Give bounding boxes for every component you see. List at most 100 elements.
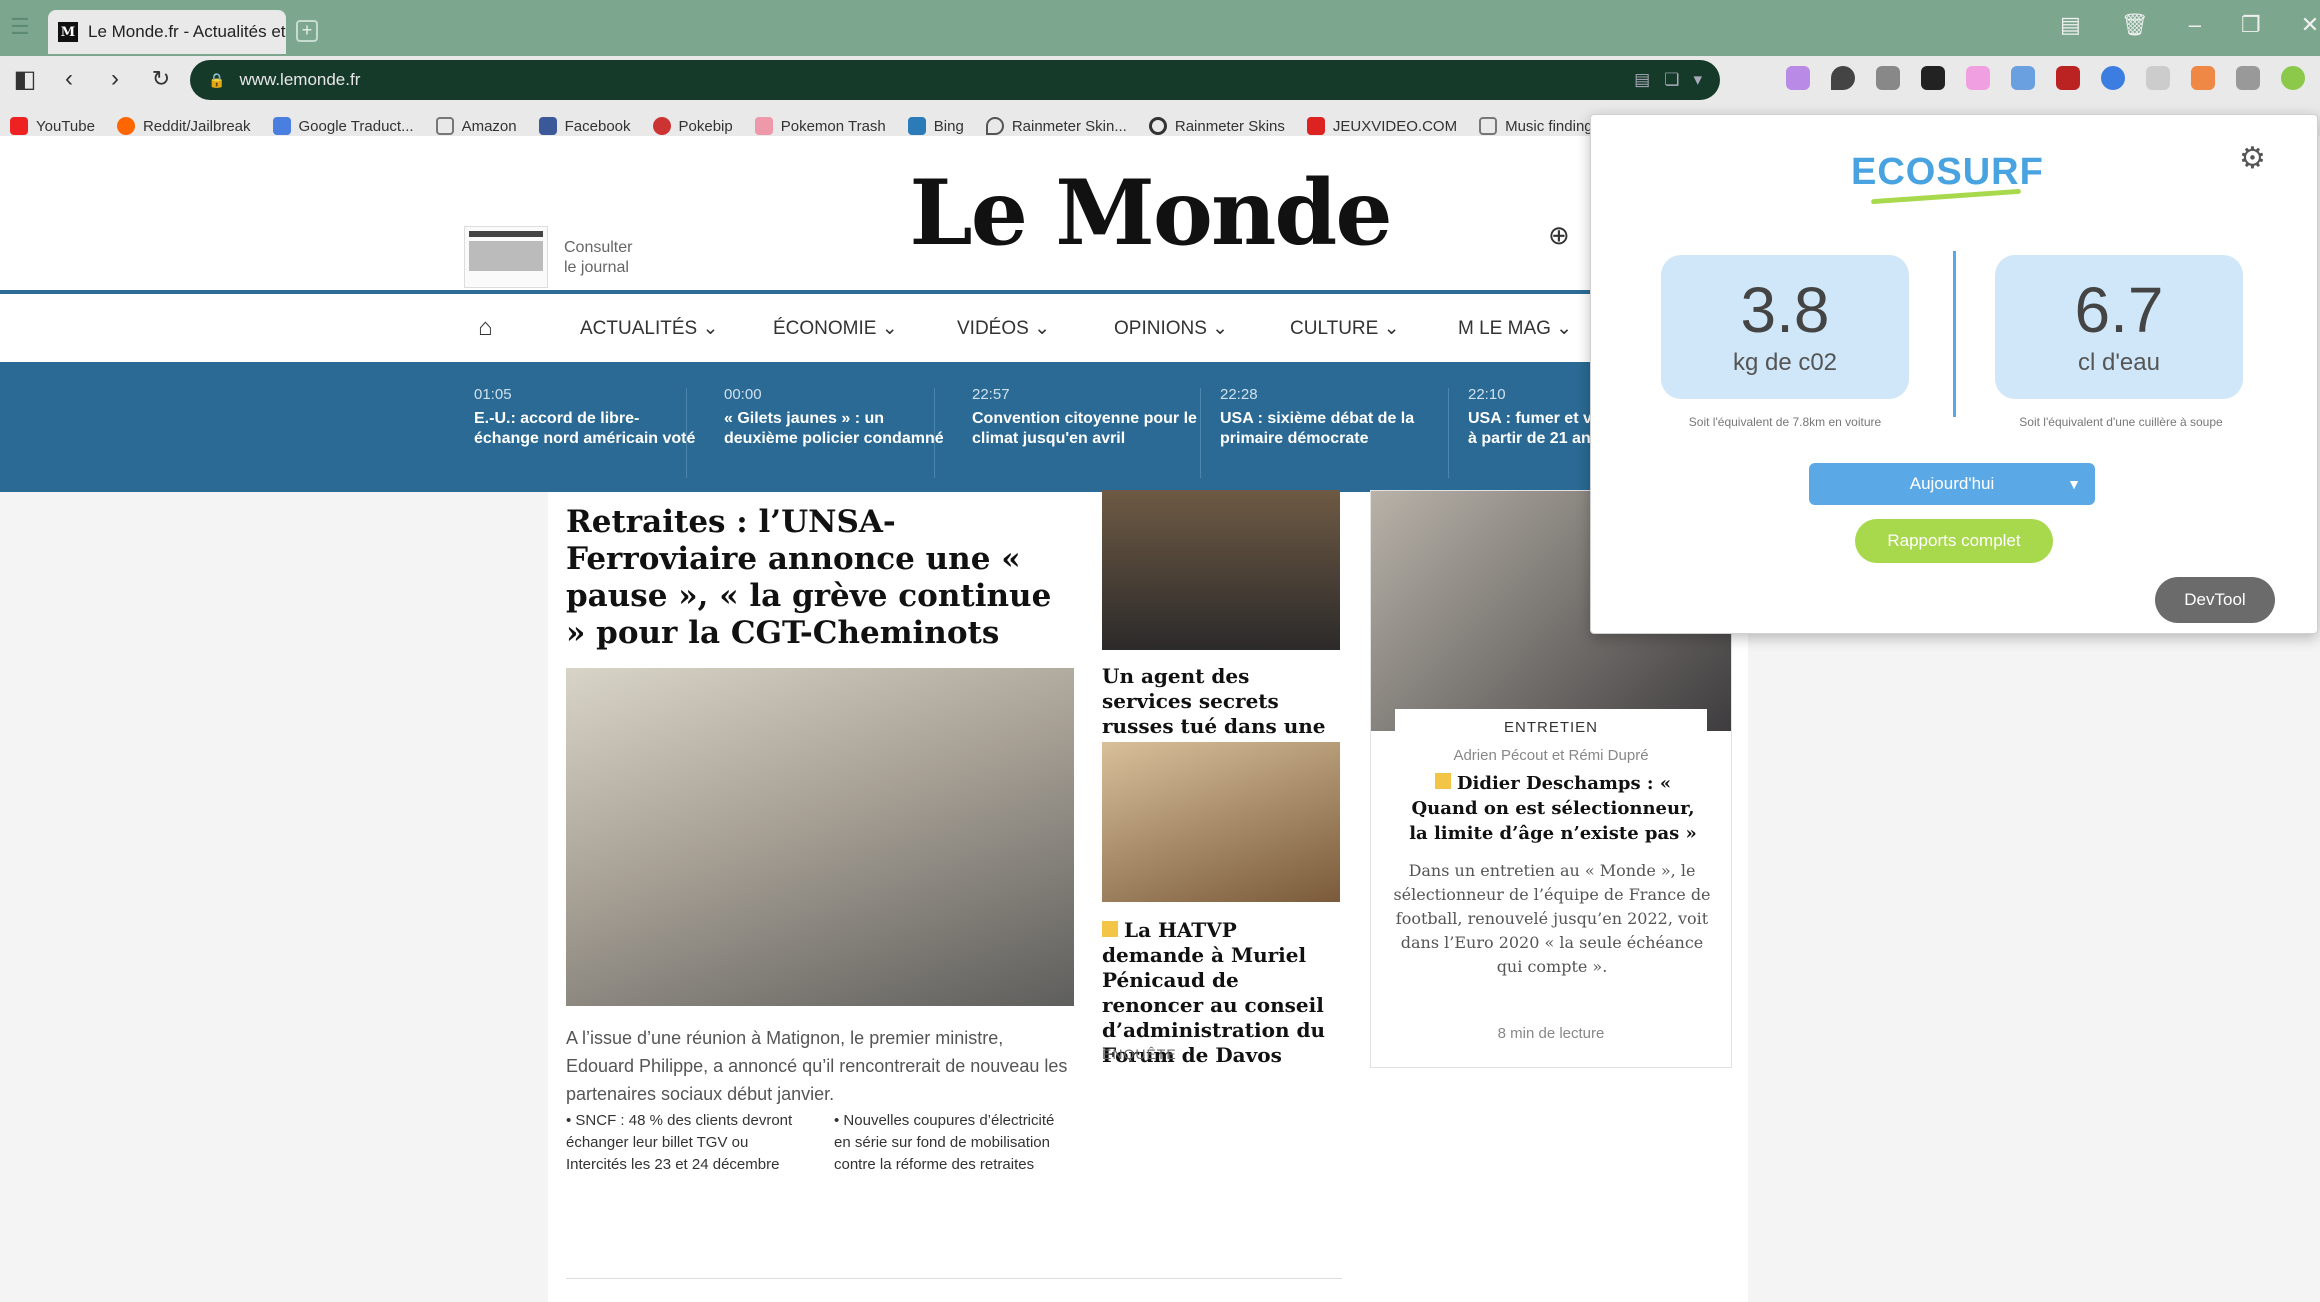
menu-icon[interactable]: ☰ — [10, 16, 34, 38]
settings-gear-icon[interactable]: ⚙ — [2239, 141, 2266, 176]
extension-w-icon[interactable] — [2236, 66, 2260, 90]
bookmark-facebook[interactable]: Facebook — [538, 117, 631, 135]
folder-icon — [435, 117, 454, 135]
ecosurf-logo: ECOSURF — [1851, 151, 2044, 205]
bookmark-youtube[interactable]: YouTube — [10, 117, 95, 135]
stat-divider — [1953, 251, 1956, 417]
lead-photo[interactable] — [566, 668, 1074, 1006]
reddit-icon — [116, 117, 135, 135]
fsb-photo[interactable] — [1102, 490, 1340, 650]
co2-stat-card: 3.8 kg de c02 — [1661, 255, 1909, 399]
bookmark-pokemon-trash[interactable]: Pokemon Trash — [754, 117, 886, 135]
bookmark-reddit[interactable]: Reddit/Jailbreak — [116, 117, 251, 135]
ticker-item[interactable]: 22:57 Convention citoyenne pour le climat… — [972, 386, 1202, 449]
translate-icon — [272, 117, 291, 135]
penicaud-photo[interactable] — [1102, 742, 1340, 902]
restore-icon[interactable]: ❐ — [2241, 12, 2261, 38]
full-report-button[interactable]: Rapports complet — [1855, 519, 2053, 563]
nav-actualites[interactable]: ACTUALITÉS ⌄ — [580, 317, 718, 340]
facebook-icon — [538, 117, 557, 135]
water-stat-card: 6.7 cl d'eau — [1995, 255, 2243, 399]
trash-icon[interactable]: 🗑 — [2121, 12, 2149, 38]
bing-icon — [907, 117, 926, 135]
dropdown-icon[interactable]: ▾ — [1693, 70, 1702, 90]
bookmark-amazon[interactable]: Amazon — [435, 117, 517, 135]
extension-grey-icon[interactable] — [2146, 66, 2170, 90]
interview-kicker: ENTRETIEN — [1395, 709, 1707, 743]
chevron-down-icon: ▼ — [2067, 476, 2081, 492]
main-content: Retraites : l’UNSA-Ferroviaire annonce u… — [548, 490, 1748, 1302]
nav-videos[interactable]: VIDÉOS ⌄ — [957, 317, 1050, 340]
pokemon-icon — [754, 117, 773, 135]
interview-headline[interactable]: Didier Deschamps : « Quand on est sélect… — [1407, 771, 1699, 846]
premium-badge-icon — [1434, 773, 1451, 789]
read-time: 8 min de lecture — [1497, 1025, 1605, 1042]
bookmark-rainmeter-skin[interactable]: Rainmeter Skin... — [985, 117, 1127, 135]
reload-icon[interactable]: ↻ — [144, 62, 178, 96]
drop-icon — [985, 117, 1004, 135]
bookmark-music-findings[interactable]: Music findings — [1479, 117, 1600, 135]
extensions-bar — [1786, 66, 2305, 90]
address-bar[interactable]: 🔒 www.lemonde.fr ▤ ❏ ▾ — [190, 60, 1720, 100]
home-icon[interactable]: ⌂ — [478, 314, 493, 342]
extension-pink-icon[interactable] — [1966, 66, 1990, 90]
youtube-icon — [10, 117, 28, 135]
ticker-item[interactable]: 00:00 « Gilets jaunes » : un deuxième pol… — [724, 386, 954, 449]
bookmark-pokebip[interactable]: Pokebip — [652, 117, 733, 135]
ticker-item[interactable]: 22:10 USA : fumer et v... à partir de 21 … — [1468, 386, 1608, 449]
extension-pen-icon[interactable] — [2191, 66, 2215, 90]
account-icon[interactable]: ⊕ — [1548, 220, 1570, 251]
bookmark-rainmeter-skins[interactable]: Rainmeter Skins — [1148, 117, 1285, 135]
ecosurf-popup: ⚙ ECOSURF 3.8 kg de c02 6.7 cl d'eau Soi… — [1590, 114, 2318, 634]
minimize-icon[interactable]: – — [2189, 12, 2201, 38]
new-tab-icon[interactable]: + — [296, 20, 318, 42]
extension-screen-icon[interactable] — [1876, 66, 1900, 90]
sidebar-toggle-icon[interactable]: ◧ — [8, 62, 42, 96]
divider — [566, 1278, 1342, 1279]
lead-bullet-2[interactable]: • Nouvelles coupures d’électricité en sé… — [834, 1110, 1070, 1176]
ticker-item[interactable]: 01:05 E.-U.: accord de libre-échange nord… — [474, 386, 704, 449]
folder-icon — [1479, 117, 1498, 135]
story-hatvp-tag: ENQUÊTE — [1102, 1046, 1177, 1062]
tab-lemonde[interactable]: M Le Monde.fr - Actualités et — [48, 10, 286, 54]
extension-ecosurf-icon[interactable] — [2281, 66, 2305, 90]
extension-puzzle-icon[interactable] — [2011, 66, 2035, 90]
nav-culture[interactable]: CULTURE ⌄ — [1290, 317, 1400, 340]
extension-film-icon[interactable] — [1921, 66, 1945, 90]
back-icon[interactable]: ‹ — [52, 62, 86, 96]
bookmark-google-translate[interactable]: Google Traduct... — [272, 117, 414, 135]
water-unit: cl d'eau — [2078, 349, 2160, 376]
lead-summary: A l’issue d’une réunion à Matignon, le p… — [566, 1028, 1068, 1104]
bookmark-bing[interactable]: Bing — [907, 117, 964, 135]
nav-economie[interactable]: ÉCONOMIE ⌄ — [773, 317, 898, 340]
tab-title: Le Monde.fr - Actualités et — [88, 22, 286, 41]
period-select[interactable]: Aujourd'hui ▼ — [1809, 463, 2095, 505]
water-value: 6.7 — [2074, 274, 2164, 346]
bookmark-icon[interactable]: ❏ — [1664, 70, 1679, 90]
forward-icon[interactable]: › — [98, 62, 132, 96]
extension-purple-icon[interactable] — [1786, 66, 1810, 90]
interview-authors: Adrien Pécout et Rémi Dupré — [1453, 747, 1649, 764]
bookmark-jeuxvideo[interactable]: JEUXVIDEO.COM — [1306, 117, 1457, 135]
extension-chrome-icon[interactable] — [2101, 66, 2125, 90]
extension-drop-icon[interactable] — [1831, 66, 1855, 90]
water-equivalent-note: Soit l'équivalent d'une cuillère à soupe — [2019, 415, 2223, 429]
window-controls: ▤ 🗑 – ❐ ✕ — [2060, 12, 2319, 38]
interview-body: Dans un entretien au « Monde », le sélec… — [1393, 861, 1711, 976]
premium-badge-icon — [1102, 921, 1118, 937]
nav-m-le-mag[interactable]: M LE MAG ⌄ — [1458, 317, 1572, 340]
reading-list-icon[interactable]: ▤ — [2060, 12, 2081, 38]
target-icon — [1148, 117, 1167, 135]
nav-opinions[interactable]: OPINIONS ⌄ — [1114, 317, 1228, 340]
masthead: Consulter le journal Le Monde ⊕ — [0, 136, 1610, 294]
devtool-button[interactable]: DevTool — [2155, 577, 2275, 623]
lock-icon: 🔒 — [208, 71, 226, 88]
ticker-item[interactable]: 22:28 USA : sixième débat de la primaire … — [1220, 386, 1450, 449]
lead-headline[interactable]: Retraites : l’UNSA-Ferroviaire annonce u… — [566, 504, 1066, 652]
jv-icon — [1306, 117, 1325, 135]
co2-unit: kg de c02 — [1732, 349, 1838, 376]
extension-ublock-icon[interactable] — [2056, 66, 2080, 90]
reader-icon[interactable]: ▤ — [1634, 70, 1650, 90]
lead-bullet-1[interactable]: • SNCF : 48 % des clients devront échang… — [566, 1110, 796, 1176]
close-window-icon[interactable]: ✕ — [2301, 12, 2319, 38]
